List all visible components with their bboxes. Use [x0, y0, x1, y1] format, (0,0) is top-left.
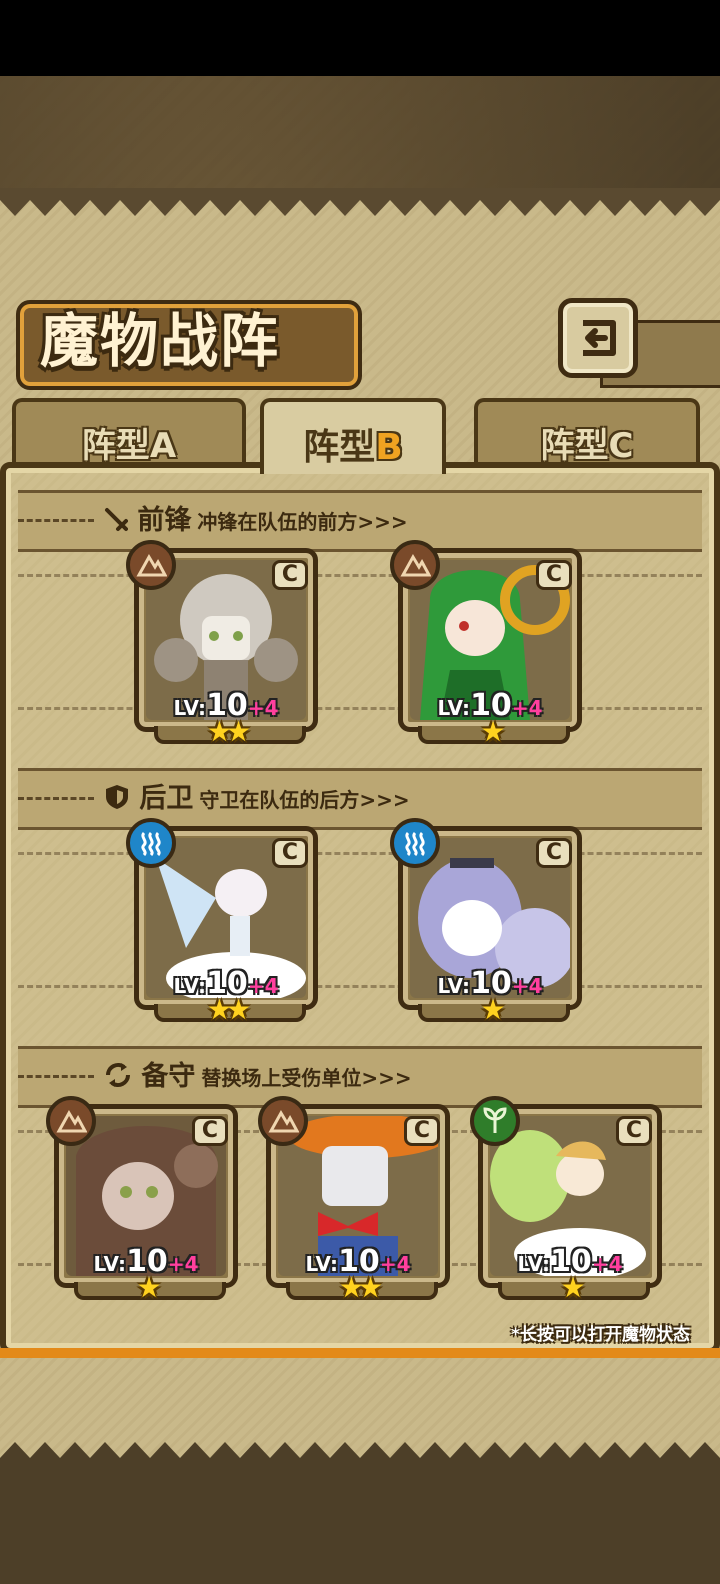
earth-icon [56, 1110, 87, 1133]
star-rating: ★ [480, 715, 505, 748]
return-icon [583, 320, 616, 356]
star-rating: ★★ [206, 715, 251, 748]
level-bonus: +4 [247, 974, 279, 998]
tab-formation-c[interactable]: 阵型C [474, 398, 700, 470]
section-header-rearguard: 后卫 守卫在队伍的后方>>> [18, 768, 702, 830]
section-title-vanguard: 前锋 [137, 505, 192, 536]
star-rating: ★★ [206, 993, 251, 1026]
monster-card-rearguard-2[interactable]: C LV:10+4 ★ [390, 818, 582, 1024]
earth-icon [136, 554, 167, 577]
section-header-vanguard: 前锋 冲锋在队伍的前方>>> [18, 490, 702, 552]
level-bonus: +4 [379, 1252, 411, 1276]
tab-formation-b[interactable]: 阵型B [260, 398, 446, 474]
tab-b-label: 阵型 [303, 427, 376, 468]
monster-card-rearguard-1[interactable]: C LV:10+4 ★★ [126, 818, 318, 1024]
long-press-hint: *长按可以打开魔物状态 [511, 1325, 690, 1345]
rarity-badge: C [272, 560, 308, 590]
water-icon [405, 831, 425, 857]
element-badge [258, 1096, 308, 1146]
dash-line [18, 797, 94, 800]
rarity-badge: C [192, 1116, 228, 1146]
star-rating: ★ [560, 1271, 585, 1304]
bottom-zigzag-edge [0, 1442, 720, 1470]
nature-icon [483, 1107, 507, 1133]
rarity-badge: C [536, 560, 572, 590]
top-zigzag-edge [0, 188, 720, 216]
star-rating: ★ [136, 1271, 161, 1304]
element-badge [126, 818, 176, 868]
tab-c-letter: C [608, 426, 634, 466]
water-icon [141, 831, 161, 857]
tab-c-label: 阵型 [540, 426, 609, 466]
section-desc-reserve: 替换场上受伤单位>>> [201, 1066, 412, 1090]
tab-b-letter: B [375, 427, 403, 468]
rarity-badge: C [536, 838, 572, 868]
bottom-accent-bar [0, 1348, 720, 1358]
tab-a-letter: A [149, 426, 177, 466]
dash-line [18, 1075, 94, 1078]
sword-icon [105, 508, 128, 531]
tab-formation-a[interactable]: 阵型A [12, 398, 246, 470]
element-badge [470, 1096, 520, 1146]
rarity-badge: C [272, 838, 308, 868]
row-strip-vanguard [18, 574, 702, 710]
star-rating: ★★ [338, 1271, 383, 1304]
earth-icon [268, 1110, 299, 1133]
status-bar-area [0, 0, 720, 76]
element-badge [390, 540, 440, 590]
monster-card-reserve-2[interactable]: C LV:10+4 ★★ [258, 1096, 450, 1302]
section-header-reserve: 备守 替换场上受伤单位>>> [18, 1046, 702, 1108]
element-badge [126, 540, 176, 590]
monster-card-vanguard-2[interactable]: C LV:10+4 ★ [390, 540, 582, 746]
tab-a-label: 阵型 [81, 426, 150, 466]
level-bonus: +4 [591, 1252, 623, 1276]
rarity-badge: C [616, 1116, 652, 1146]
level-bonus: +4 [167, 1252, 199, 1276]
star-rating: ★ [480, 993, 505, 1026]
level-bonus: +4 [511, 696, 543, 720]
monster-card-reserve-3[interactable]: C LV:10+4 ★ [470, 1096, 662, 1302]
monster-card-reserve-1[interactable]: C LV:10+4 ★ [46, 1096, 238, 1302]
section-desc-vanguard: 冲锋在队伍的前方>>> [197, 510, 408, 534]
earth-icon [400, 554, 431, 577]
element-badge [390, 818, 440, 868]
level-bonus: +4 [511, 974, 543, 998]
page-title: 魔物战阵 [40, 307, 281, 375]
dash-line [18, 519, 94, 522]
section-title-reserve: 备守 [141, 1061, 196, 1092]
section-title-rearguard: 后卫 [139, 783, 194, 814]
swap-icon [106, 1063, 130, 1087]
back-button[interactable] [558, 298, 638, 378]
element-badge [46, 1096, 96, 1146]
row-strip-rearguard [18, 852, 702, 988]
level-bonus: +4 [247, 696, 279, 720]
bottom-map-band [0, 1468, 720, 1584]
section-desc-rearguard: 守卫在队伍的后方>>> [199, 788, 410, 812]
rarity-badge: C [404, 1116, 440, 1146]
monster-card-vanguard-1[interactable]: C LV:10+4 ★★ [126, 540, 318, 746]
shield-icon [106, 785, 128, 809]
